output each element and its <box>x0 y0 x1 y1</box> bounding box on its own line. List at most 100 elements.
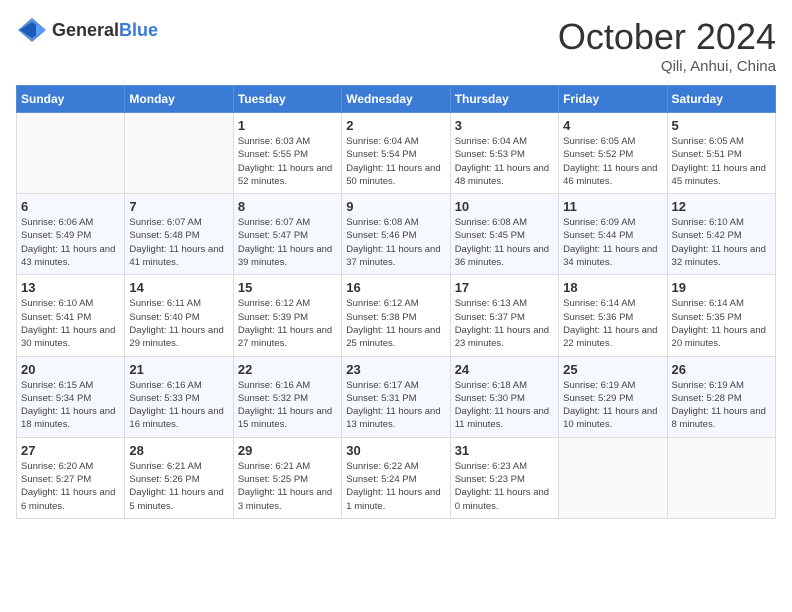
calendar-cell <box>559 437 667 518</box>
calendar-cell: 3Sunrise: 6:04 AM Sunset: 5:53 PM Daylig… <box>450 113 558 194</box>
location-title: Qili, Anhui, China <box>558 58 776 75</box>
day-info: Sunrise: 6:05 AM Sunset: 5:51 PM Dayligh… <box>672 135 771 188</box>
day-number: 14 <box>129 280 228 295</box>
calendar-cell: 19 Sunrise: 6:14 AM Sunset: 5:35 PM Dayli… <box>667 275 775 356</box>
calendar-cell: 14 Sunrise: 6:11 AM Sunset: 5:40 PM Dayli… <box>125 275 233 356</box>
day-info: Sunrise: 6:07 AM Sunset: 5:48 PM Dayligh… <box>129 216 228 269</box>
day-number: 24 <box>455 362 554 377</box>
day-number: 16 <box>346 280 445 295</box>
calendar-cell: 23Sunrise: 6:17 AM Sunset: 5:31 PM Dayli… <box>342 356 450 437</box>
day-number: 30 <box>346 443 445 458</box>
calendar-cell: 18 Sunrise: 6:14 AM Sunset: 5:36 PM Dayli… <box>559 275 667 356</box>
day-number: 8 <box>238 199 337 214</box>
day-info: Sunrise: 6:13 AM Sunset: 5:37 PM Dayligh… <box>455 297 554 350</box>
calendar-week-row: 27 Sunrise: 6:20 AM Sunset: 5:27 PM Dayli… <box>17 437 776 518</box>
calendar-cell: 5 Sunrise: 6:05 AM Sunset: 5:51 PM Daylig… <box>667 113 775 194</box>
day-number: 15 <box>238 280 337 295</box>
calendar-cell: 26Sunrise: 6:19 AM Sunset: 5:28 PM Dayli… <box>667 356 775 437</box>
day-number: 6 <box>21 199 120 214</box>
calendar-cell: 28Sunrise: 6:21 AM Sunset: 5:26 PM Dayli… <box>125 437 233 518</box>
calendar-cell: 29 Sunrise: 6:21 AM Sunset: 5:25 PM Dayli… <box>233 437 341 518</box>
weekday-header: Friday <box>559 86 667 113</box>
day-info: Sunrise: 6:11 AM Sunset: 5:40 PM Dayligh… <box>129 297 228 350</box>
calendar-week-row: 13 Sunrise: 6:10 AM Sunset: 5:41 PM Dayli… <box>17 275 776 356</box>
calendar-cell: 21 Sunrise: 6:16 AM Sunset: 5:33 PM Dayli… <box>125 356 233 437</box>
weekday-header: Wednesday <box>342 86 450 113</box>
day-info: Sunrise: 6:14 AM Sunset: 5:35 PM Dayligh… <box>672 297 771 350</box>
calendar-cell: 11Sunrise: 6:09 AM Sunset: 5:44 PM Dayli… <box>559 194 667 275</box>
calendar-cell: 12Sunrise: 6:10 AM Sunset: 5:42 PM Dayli… <box>667 194 775 275</box>
calendar-cell: 16 Sunrise: 6:12 AM Sunset: 5:38 PM Dayli… <box>342 275 450 356</box>
day-number: 20 <box>21 362 120 377</box>
weekday-header: Monday <box>125 86 233 113</box>
calendar-cell: 30 Sunrise: 6:22 AM Sunset: 5:24 PM Dayli… <box>342 437 450 518</box>
day-number: 2 <box>346 118 445 133</box>
logo-icon <box>16 16 48 44</box>
day-info: Sunrise: 6:03 AM Sunset: 5:55 PM Dayligh… <box>238 135 337 188</box>
day-number: 29 <box>238 443 337 458</box>
day-number: 17 <box>455 280 554 295</box>
weekday-row: SundayMondayTuesdayWednesdayThursdayFrid… <box>17 86 776 113</box>
title-block: October 2024 Qili, Anhui, China <box>558 16 776 75</box>
day-info: Sunrise: 6:12 AM Sunset: 5:38 PM Dayligh… <box>346 297 445 350</box>
day-number: 22 <box>238 362 337 377</box>
calendar-cell: 20 Sunrise: 6:15 AM Sunset: 5:34 PM Dayli… <box>17 356 125 437</box>
calendar-cell: 31Sunrise: 6:23 AM Sunset: 5:23 PM Dayli… <box>450 437 558 518</box>
day-info: Sunrise: 6:04 AM Sunset: 5:53 PM Dayligh… <box>455 135 554 188</box>
calendar-cell: 6 Sunrise: 6:06 AM Sunset: 5:49 PM Daylig… <box>17 194 125 275</box>
day-number: 13 <box>21 280 120 295</box>
day-info: Sunrise: 6:16 AM Sunset: 5:33 PM Dayligh… <box>129 379 228 432</box>
calendar-cell <box>17 113 125 194</box>
day-number: 9 <box>346 199 445 214</box>
calendar-cell: 13 Sunrise: 6:10 AM Sunset: 5:41 PM Dayli… <box>17 275 125 356</box>
day-info: Sunrise: 6:04 AM Sunset: 5:54 PM Dayligh… <box>346 135 445 188</box>
day-info: Sunrise: 6:19 AM Sunset: 5:29 PM Dayligh… <box>563 379 662 432</box>
day-number: 21 <box>129 362 228 377</box>
day-info: Sunrise: 6:08 AM Sunset: 5:46 PM Dayligh… <box>346 216 445 269</box>
logo-blue: Blue <box>119 20 158 40</box>
day-info: Sunrise: 6:22 AM Sunset: 5:24 PM Dayligh… <box>346 460 445 513</box>
logo-general: General <box>52 20 119 40</box>
day-info: Sunrise: 6:10 AM Sunset: 5:41 PM Dayligh… <box>21 297 120 350</box>
day-info: Sunrise: 6:17 AM Sunset: 5:31 PM Dayligh… <box>346 379 445 432</box>
day-info: Sunrise: 6:20 AM Sunset: 5:27 PM Dayligh… <box>21 460 120 513</box>
day-number: 10 <box>455 199 554 214</box>
calendar-cell: 22Sunrise: 6:16 AM Sunset: 5:32 PM Dayli… <box>233 356 341 437</box>
calendar-cell: 25 Sunrise: 6:19 AM Sunset: 5:29 PM Dayli… <box>559 356 667 437</box>
day-number: 25 <box>563 362 662 377</box>
day-info: Sunrise: 6:08 AM Sunset: 5:45 PM Dayligh… <box>455 216 554 269</box>
calendar-cell: 1 Sunrise: 6:03 AM Sunset: 5:55 PM Daylig… <box>233 113 341 194</box>
day-number: 1 <box>238 118 337 133</box>
weekday-header: Tuesday <box>233 86 341 113</box>
day-number: 19 <box>672 280 771 295</box>
day-number: 27 <box>21 443 120 458</box>
day-info: Sunrise: 6:12 AM Sunset: 5:39 PM Dayligh… <box>238 297 337 350</box>
day-info: Sunrise: 6:05 AM Sunset: 5:52 PM Dayligh… <box>563 135 662 188</box>
calendar-body: 1 Sunrise: 6:03 AM Sunset: 5:55 PM Daylig… <box>17 113 776 519</box>
calendar-cell <box>125 113 233 194</box>
calendar-cell: 10 Sunrise: 6:08 AM Sunset: 5:45 PM Dayli… <box>450 194 558 275</box>
day-number: 4 <box>563 118 662 133</box>
calendar-cell: 24Sunrise: 6:18 AM Sunset: 5:30 PM Dayli… <box>450 356 558 437</box>
weekday-header: Thursday <box>450 86 558 113</box>
calendar-cell: 27 Sunrise: 6:20 AM Sunset: 5:27 PM Dayli… <box>17 437 125 518</box>
day-number: 18 <box>563 280 662 295</box>
day-number: 28 <box>129 443 228 458</box>
weekday-header: Sunday <box>17 86 125 113</box>
day-number: 12 <box>672 199 771 214</box>
day-info: Sunrise: 6:06 AM Sunset: 5:49 PM Dayligh… <box>21 216 120 269</box>
day-info: Sunrise: 6:15 AM Sunset: 5:34 PM Dayligh… <box>21 379 120 432</box>
calendar-cell: 17 Sunrise: 6:13 AM Sunset: 5:37 PM Dayli… <box>450 275 558 356</box>
day-number: 5 <box>672 118 771 133</box>
calendar-cell: 4 Sunrise: 6:05 AM Sunset: 5:52 PM Daylig… <box>559 113 667 194</box>
day-number: 11 <box>563 199 662 214</box>
day-info: Sunrise: 6:14 AM Sunset: 5:36 PM Dayligh… <box>563 297 662 350</box>
day-info: Sunrise: 6:07 AM Sunset: 5:47 PM Dayligh… <box>238 216 337 269</box>
calendar-cell: 7 Sunrise: 6:07 AM Sunset: 5:48 PM Daylig… <box>125 194 233 275</box>
day-number: 7 <box>129 199 228 214</box>
day-info: Sunrise: 6:21 AM Sunset: 5:25 PM Dayligh… <box>238 460 337 513</box>
page-header: GeneralBlue October 2024 Qili, Anhui, Ch… <box>16 16 776 75</box>
calendar-cell: 9 Sunrise: 6:08 AM Sunset: 5:46 PM Daylig… <box>342 194 450 275</box>
calendar-cell: 2 Sunrise: 6:04 AM Sunset: 5:54 PM Daylig… <box>342 113 450 194</box>
month-title: October 2024 <box>558 16 776 58</box>
